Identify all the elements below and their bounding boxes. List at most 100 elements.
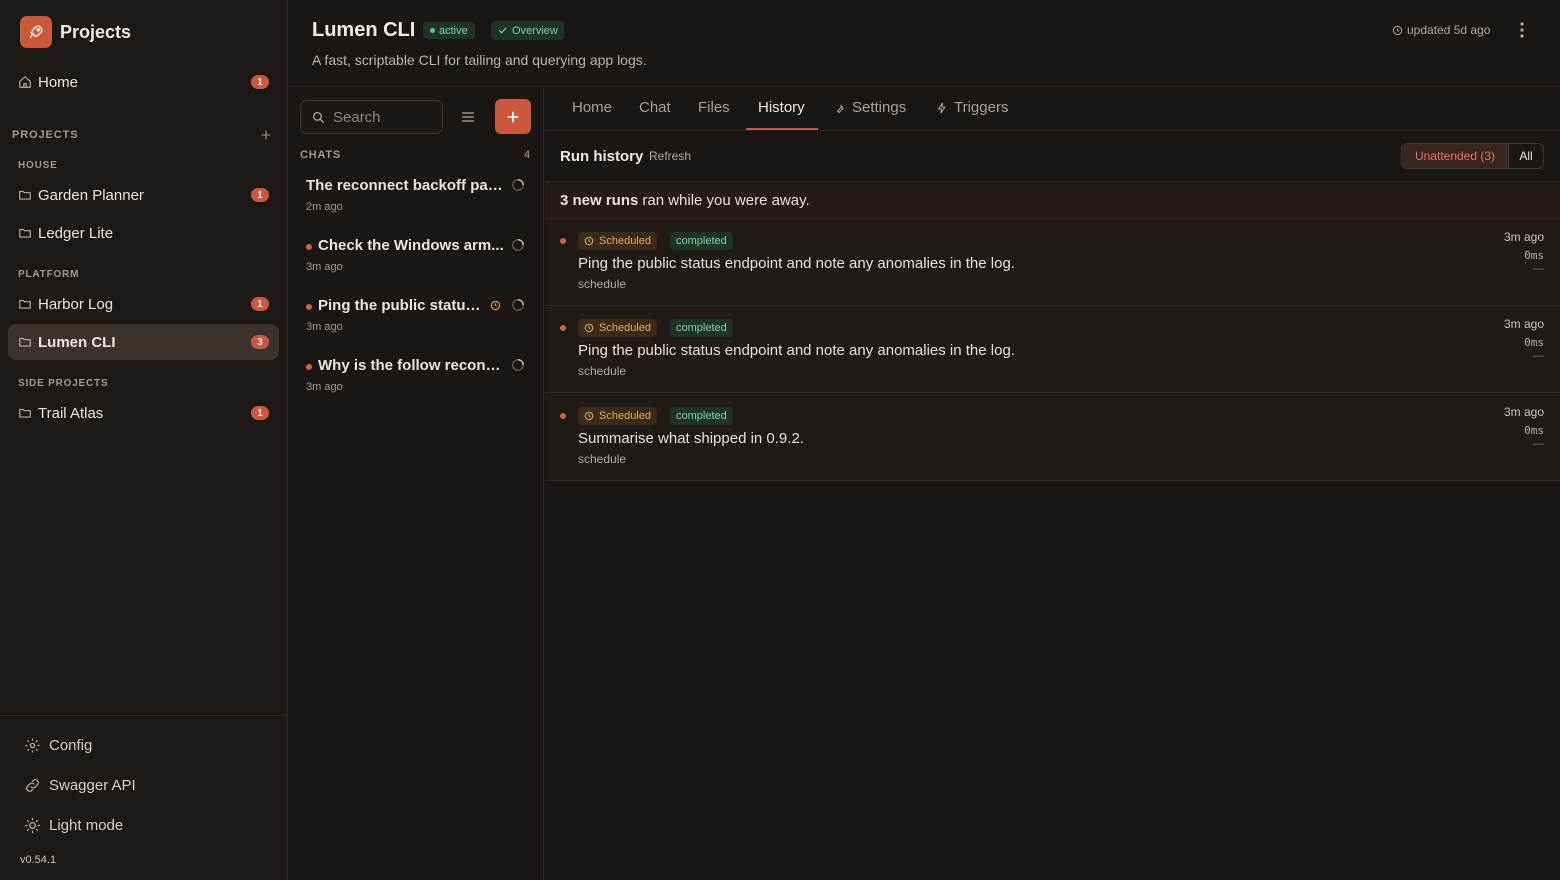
- run-duration: 0ms: [1524, 424, 1544, 437]
- light-mode-label: Light mode: [49, 817, 124, 834]
- chat-title: Why is the follow reconn...: [318, 357, 504, 374]
- trigger-label: Scheduled: [599, 235, 651, 247]
- light-mode-toggle[interactable]: Light mode: [24, 817, 123, 834]
- sidebar-item-home[interactable]: Home 1: [8, 65, 279, 99]
- tab-chat[interactable]: Chat: [639, 99, 671, 116]
- clock-icon: [1392, 25, 1403, 36]
- sidebar-item-label: Trail Atlas: [38, 404, 104, 422]
- search-icon: [311, 110, 325, 124]
- spinner-icon: [511, 238, 525, 252]
- run-row[interactable]: Scheduled completed Ping the public stat…: [545, 219, 1560, 306]
- brand[interactable]: Projects: [20, 16, 131, 48]
- add-project-button[interactable]: [258, 127, 274, 143]
- clock-icon: [490, 300, 501, 311]
- count-badge: 3: [251, 335, 269, 349]
- run-extra: —: [1533, 263, 1544, 275]
- chat-item[interactable]: Why is the follow reconn... 3m ago: [289, 348, 543, 404]
- swagger-api-label: Swagger API: [49, 777, 136, 794]
- run-duration: 0ms: [1524, 336, 1544, 349]
- sidebar-item-ledger-lite[interactable]: Ledger Lite: [8, 216, 279, 250]
- tab-history[interactable]: History: [758, 99, 805, 116]
- swagger-api-link[interactable]: Swagger API: [24, 777, 136, 794]
- chat-time: 3m ago: [306, 381, 343, 393]
- group-title-house: HOUSE: [18, 160, 58, 171]
- folder-icon: [18, 226, 32, 240]
- tab-settings-label: Settings: [852, 99, 907, 116]
- chat-item[interactable]: Check the Windows arm... 3m ago: [289, 228, 543, 284]
- chat-item[interactable]: Ping the public status ... 3m ago: [289, 288, 543, 344]
- count-badge: 1: [251, 188, 269, 202]
- status-dot: [430, 28, 435, 33]
- chat-title: The reconnect backoff patc...: [306, 177, 506, 194]
- sidebar: Projects Home 1 PROJECTS HOUSE Garden Pl…: [0, 0, 288, 880]
- refresh-button[interactable]: Refresh: [649, 149, 691, 163]
- search-field[interactable]: [300, 100, 443, 134]
- banner-count: 3 new runs: [560, 191, 639, 209]
- banner-text: ran while you were away.: [642, 191, 810, 209]
- projects-section-title: PROJECTS: [12, 129, 79, 141]
- count-badge: 1: [251, 297, 269, 311]
- filter-all[interactable]: All: [1508, 144, 1543, 168]
- tab-home[interactable]: Home: [572, 99, 612, 116]
- clock-icon: [584, 236, 594, 246]
- search-input[interactable]: [333, 108, 433, 126]
- app-version: v0.54.1: [20, 854, 57, 866]
- sun-icon: [24, 817, 41, 834]
- spinner-icon: [511, 358, 525, 372]
- spinner-icon: [511, 178, 525, 192]
- run-row[interactable]: Scheduled completed Summarise what shipp…: [545, 394, 1560, 481]
- unread-dot: [560, 413, 566, 419]
- chat-time: 2m ago: [306, 201, 343, 213]
- chat-time: 3m ago: [306, 261, 343, 273]
- kebab-icon[interactable]: [1515, 21, 1529, 39]
- main-panel: Home Chat Files History Settings Trigger…: [545, 88, 1560, 880]
- tab-files[interactable]: Files: [698, 99, 730, 116]
- status-badge: completed: [670, 319, 733, 337]
- chats-section-title: CHATS: [300, 149, 342, 161]
- chat-title: Ping the public status ...: [318, 297, 486, 314]
- chats-count: 4: [524, 149, 531, 161]
- unread-dot: [560, 325, 566, 331]
- rocket-icon: [20, 16, 52, 48]
- trigger-badge: Scheduled: [578, 407, 657, 425]
- trigger-badge: Scheduled: [578, 319, 657, 337]
- sidebar-item-trail-atlas[interactable]: Trail Atlas 1: [8, 396, 279, 430]
- sidebar-item-label: Garden Planner: [38, 186, 144, 204]
- unread-dot: [306, 244, 312, 250]
- status-badge: completed: [670, 232, 733, 250]
- run-row[interactable]: Scheduled completed Ping the public stat…: [545, 306, 1560, 393]
- run-source: schedule: [578, 452, 627, 466]
- status-badge: completed: [670, 407, 733, 425]
- trigger-label: Scheduled: [599, 410, 651, 422]
- sidebar-item-lumen-cli[interactable]: Lumen CLI 3: [8, 324, 279, 360]
- run-time: 3m ago: [1503, 405, 1544, 419]
- folder-icon: [18, 406, 32, 420]
- plus-icon: [507, 111, 519, 122]
- unread-dot: [560, 238, 566, 244]
- filter-unattended[interactable]: Unattended (3): [1402, 144, 1508, 168]
- sidebar-item-label: Lumen CLI: [38, 333, 116, 351]
- group-title-platform: PLATFORM: [18, 269, 80, 280]
- sidebar-item-harbor-log[interactable]: Harbor Log 1: [8, 287, 279, 321]
- folder-icon: [18, 297, 32, 311]
- home-icon: [18, 75, 32, 89]
- run-prompt: Ping the public status endpoint and note…: [578, 255, 1015, 272]
- tab-triggers-label: Triggers: [954, 99, 1009, 116]
- folder-icon: [18, 335, 32, 349]
- wrench-icon: [834, 102, 846, 114]
- overview-button[interactable]: Overview: [491, 21, 564, 40]
- tab-triggers[interactable]: Triggers: [936, 99, 1008, 116]
- trigger-label: Scheduled: [599, 322, 651, 334]
- link-icon: [24, 777, 41, 794]
- config-link[interactable]: Config: [24, 737, 92, 754]
- filter-icon[interactable]: [460, 109, 476, 125]
- status-text: active: [439, 24, 468, 37]
- chat-time: 3m ago: [306, 321, 343, 333]
- chat-item[interactable]: The reconnect backoff patc... 2m ago: [289, 168, 543, 224]
- brand-title: Projects: [60, 21, 132, 42]
- updated-text: updated 5d ago: [1407, 23, 1491, 37]
- sidebar-item-garden-planner[interactable]: Garden Planner 1: [8, 178, 279, 212]
- tab-settings[interactable]: Settings: [834, 99, 906, 116]
- run-prompt: Ping the public status endpoint and note…: [578, 342, 1015, 359]
- new-chat-button[interactable]: [495, 99, 531, 134]
